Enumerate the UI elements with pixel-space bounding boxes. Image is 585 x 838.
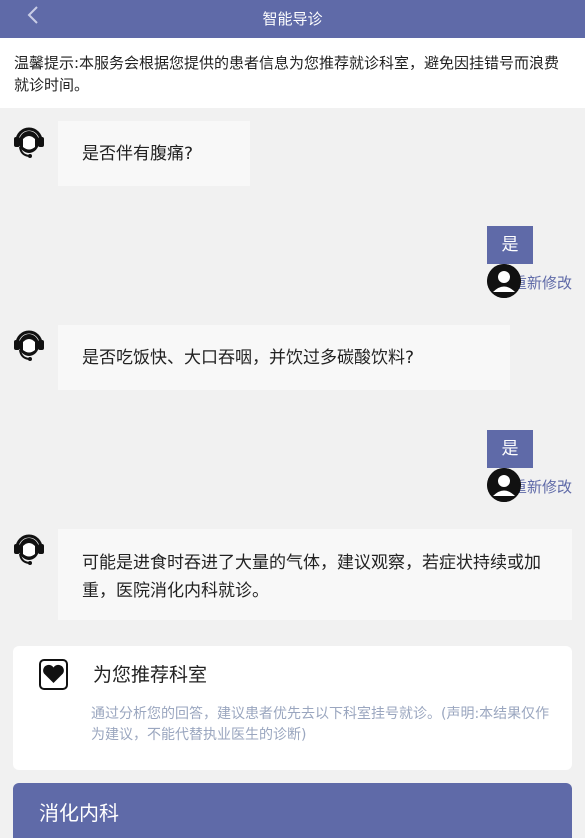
bot-result-text: 可能是进食时吞进了大量的气体，建议观察，若症状持续或加重，医院消化内科就诊。 [82,553,541,601]
top-bar: 智能导诊 [0,0,585,38]
modify-answer-link[interactable]: 重新修改 [512,476,572,497]
notice-banner: 温馨提示:本服务会根据您提供的患者信息为您推荐就诊科室，避免因挂错号而浪费就诊时… [0,38,585,108]
user-answer-bubble[interactable]: 是 [487,226,533,264]
recommend-title: 为您推荐科室 [93,664,208,686]
page-title: 智能导诊 [262,10,323,28]
department-button[interactable]: 消化内科 [13,783,572,838]
recommend-card: 为您推荐科室 通过分析您的回答，建议患者优先去以下科室挂号就诊。(声明:本结果仅… [13,646,572,770]
user-answer-bubble[interactable]: 是 [487,430,533,468]
bot-result-bubble: 可能是进食时吞进了大量的气体，建议观察，若症状持续或加重，医院消化内科就诊。 [58,529,572,620]
department-label: 消化内科 [39,801,119,825]
bot-question-bubble: 是否伴有腹痛? [58,121,250,186]
recommend-description: 通过分析您的回答，建议患者优先去以下科室挂号就诊。(声明:本结果仅作为建议，不能… [91,706,550,743]
heart-icon [39,659,68,690]
bot-avatar-icon [12,324,46,364]
user-avatar-icon [487,264,521,298]
bot-question-bubble: 是否吃饭快、大口吞咽，并饮过多碳酸饮料? [58,325,510,390]
modify-answer-link[interactable]: 重新修改 [512,272,572,293]
user-avatar-icon [487,468,521,502]
bot-avatar-icon [12,121,46,161]
bot-avatar-icon [12,528,46,568]
bot-question-text: 是否吃饭快、大口吞咽，并饮过多碳酸饮料? [82,348,415,368]
bot-question-text: 是否伴有腹痛? [82,144,194,164]
